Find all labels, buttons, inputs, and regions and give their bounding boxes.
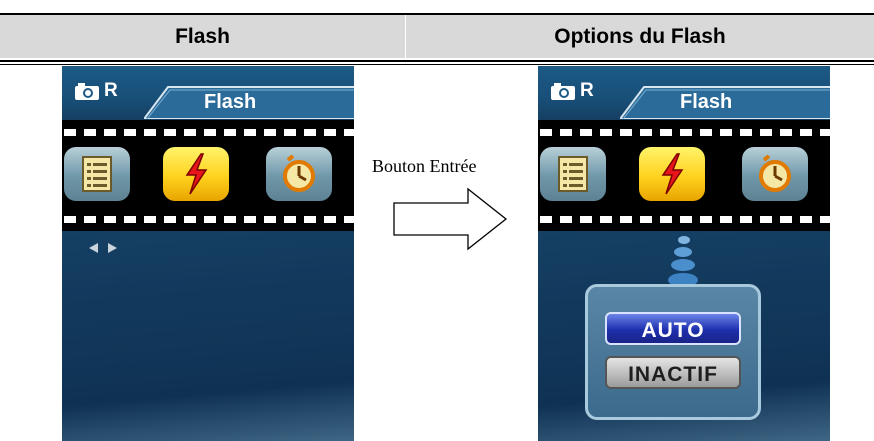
self-timer-button[interactable] xyxy=(266,147,332,201)
flash-options-panel: AUTO INACTIF xyxy=(585,284,761,420)
column-header-flash-options: Options du Flash xyxy=(554,25,726,48)
self-timer-button[interactable] xyxy=(742,147,808,201)
film-perforations-top xyxy=(540,129,830,136)
film-strip-menu xyxy=(62,120,354,231)
mode-letter: R xyxy=(580,80,594,101)
table-header-rule-thin xyxy=(0,64,874,65)
menu-list-icon xyxy=(82,156,112,192)
tab-label: Flash xyxy=(204,91,257,113)
flash-icon xyxy=(185,153,208,195)
film-perforations-top xyxy=(64,129,354,136)
flash-button-selected[interactable] xyxy=(163,147,229,201)
camera-screen-flash: R Flash xyxy=(62,66,354,441)
option-inactif[interactable]: INACTIF xyxy=(605,356,741,389)
tab-label: Flash xyxy=(680,91,733,113)
table-header-rule xyxy=(0,60,874,62)
flash-icon xyxy=(661,153,684,195)
camera-mode-icon xyxy=(75,83,99,100)
enter-button-label: Bouton Entrée xyxy=(372,156,477,176)
option-auto[interactable]: AUTO xyxy=(605,312,741,345)
film-strip-menu xyxy=(538,120,830,231)
right-arrow-icon xyxy=(393,187,508,251)
mode-letter: R xyxy=(104,80,118,101)
menu-list-icon xyxy=(558,156,588,192)
left-right-arrows-icon xyxy=(89,243,117,253)
camera-mode-icon xyxy=(551,83,575,100)
self-timer-icon xyxy=(283,154,315,192)
flash-button-selected[interactable] xyxy=(639,147,705,201)
camera-screen-flash-options: R Flash AUTO INACTIF xyxy=(538,66,830,441)
film-perforations-bottom xyxy=(540,216,830,223)
film-perforations-bottom xyxy=(64,216,354,223)
self-timer-icon xyxy=(759,154,791,192)
menu-list-button[interactable] xyxy=(64,147,130,201)
menu-list-button[interactable] xyxy=(540,147,606,201)
column-header-flash: Flash xyxy=(175,25,230,48)
